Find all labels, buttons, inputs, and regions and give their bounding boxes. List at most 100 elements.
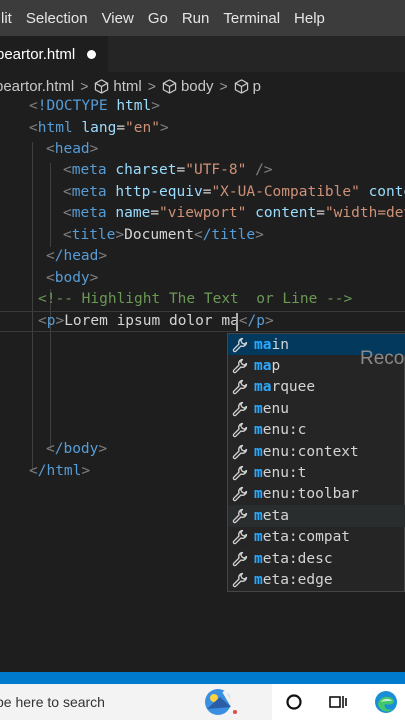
tab-label: peartor.html (0, 45, 76, 63)
indent-guide (50, 163, 51, 247)
code-line-6: <meta name="viewport" content="width=dev (63, 205, 405, 221)
task-view-icon (329, 696, 347, 708)
code-line-1: <!DOCTYPE html> (29, 98, 160, 114)
suggest-item[interactable]: m enu:toolbar (228, 484, 405, 505)
wrench-icon (232, 530, 248, 545)
suggest-match-text: ma (254, 379, 272, 396)
edge-taskbar-button[interactable] (366, 684, 405, 720)
suggest-item[interactable]: m enu:context (228, 441, 405, 462)
cube-icon (95, 78, 109, 94)
suggest-rest-text: p (271, 358, 281, 375)
code-line-13: </html> (29, 463, 91, 479)
cortana-button[interactable] (274, 684, 314, 720)
wrench-icon (232, 401, 248, 417)
task-view-button[interactable] (318, 684, 358, 720)
edge-browser-icon (375, 691, 397, 713)
code-line-12: </body> (46, 441, 108, 457)
suggest-item[interactable]: ma rquee (228, 377, 405, 398)
suggest-match-text: m (254, 529, 263, 546)
cube-icon (234, 78, 248, 94)
wrench-icon (232, 465, 248, 481)
menu-terminal[interactable]: Terminal (216, 10, 287, 27)
wrench-icon (232, 572, 248, 588)
breadcrumb-p[interactable]: p (234, 78, 261, 95)
suggest-rest-text: rquee (271, 379, 316, 396)
code-line-8: </head> (46, 248, 108, 264)
menu-help[interactable]: Help (287, 10, 332, 27)
suggest-match-text: m (254, 465, 263, 482)
breadcrumb-body-label: body (180, 77, 214, 95)
suggest-match-text: m (254, 507, 263, 524)
code-line-2: <html lang="en"> (29, 120, 169, 136)
wrench-icon (232, 358, 248, 374)
code-line-3: <head> (46, 141, 99, 157)
suggest-rest-text: enu:context (262, 443, 359, 460)
breadcrumb-html-label: html (113, 77, 142, 95)
tab-bar: peartor.html (0, 36, 405, 72)
dirty-dot-icon[interactable] (87, 49, 97, 59)
menu-bar: lit Selection View Go Run Terminal Help (0, 0, 405, 36)
windows-taskbar: pe here to search (0, 684, 405, 720)
suggest-match-text: m (254, 400, 263, 417)
menu-go[interactable]: Go (141, 10, 175, 27)
breadcrumb-file-label: peartor.html (0, 77, 75, 95)
wrench-icon (232, 487, 248, 502)
suggest-rest-text: eta:edge (262, 572, 333, 589)
menu-run[interactable]: Run (175, 10, 217, 27)
suggest-widget: ma in ma p ma rquee m enu m enu:c m enu:context m enu… (227, 333, 405, 592)
search-placeholder: pe here to search (0, 694, 105, 710)
code-line-11: <p>Lorem ipsum dolor ma</p> (38, 313, 274, 329)
code-line-10: <!-- Highlight The Text or Line --> (38, 291, 353, 307)
code-line-9: <body> (46, 270, 99, 286)
suggest-item[interactable]: m enu:t (228, 462, 405, 483)
suggest-item[interactable]: m eta:edge (228, 569, 405, 590)
suggest-rest-text: in (271, 336, 289, 353)
suggest-match-text: m (254, 572, 263, 589)
menu-selection[interactable]: Selection (19, 10, 95, 27)
cortana-icon (286, 694, 302, 710)
code-line-7: <title>Document</title> (63, 227, 264, 243)
indent-guide (32, 142, 33, 470)
wrench-icon (232, 551, 248, 566)
wrench-icon (232, 380, 248, 395)
menu-view[interactable]: View (95, 10, 141, 27)
suggest-match-text: m (254, 550, 263, 567)
suggest-rest-text: eta:desc (262, 550, 333, 567)
suggest-item[interactable]: m eta:compat (228, 527, 405, 548)
chevron-right-icon: > (219, 78, 228, 94)
search-highlight-icon (205, 689, 237, 715)
suggest-item[interactable]: m enu (228, 398, 405, 419)
tab-active-file[interactable]: peartor.html (0, 36, 108, 72)
wrench-icon (232, 423, 248, 438)
chevron-right-icon: > (147, 78, 156, 94)
suggest-detail-text: Reco (360, 348, 405, 369)
status-bar (0, 672, 405, 684)
suggest-item[interactable]: m enu:c (228, 420, 405, 441)
breadcrumb-file[interactable]: peartor.html (0, 78, 74, 95)
cube-icon (162, 78, 177, 94)
suggest-item[interactable]: m eta:desc (228, 548, 405, 569)
suggest-match-text: m (254, 422, 263, 439)
breadcrumb-p-label: p (252, 77, 261, 95)
taskbar-search-box[interactable]: pe here to search (0, 684, 272, 720)
code-line-5: <meta http-equiv="X-UA-Compatible" conte (63, 184, 405, 200)
suggest-match-text: m (254, 443, 263, 460)
suggest-match-text: ma (254, 336, 272, 353)
suggest-rest-text: enu:c (262, 422, 307, 439)
breadcrumb-body[interactable]: body (162, 77, 214, 95)
code-line-4: <meta charset="UTF-8" /> (63, 162, 273, 178)
suggest-rest-text: enu:toolbar (262, 486, 359, 503)
suggest-item[interactable]: m eta (228, 505, 405, 527)
wrench-icon (232, 508, 248, 524)
breadcrumb-html[interactable]: html (94, 77, 142, 95)
text-cursor (236, 313, 238, 331)
suggest-match-text: ma (254, 358, 272, 375)
wrench-icon (232, 444, 248, 459)
suggest-match-text: m (254, 486, 263, 503)
menu-edit[interactable]: lit (0, 10, 19, 27)
suggest-rest-text: enu:t (262, 465, 307, 482)
wrench-icon (232, 337, 248, 352)
suggest-rest-text: eta (262, 507, 289, 524)
suggest-rest-text: eta:compat (262, 529, 351, 546)
chevron-right-icon: > (80, 78, 89, 94)
